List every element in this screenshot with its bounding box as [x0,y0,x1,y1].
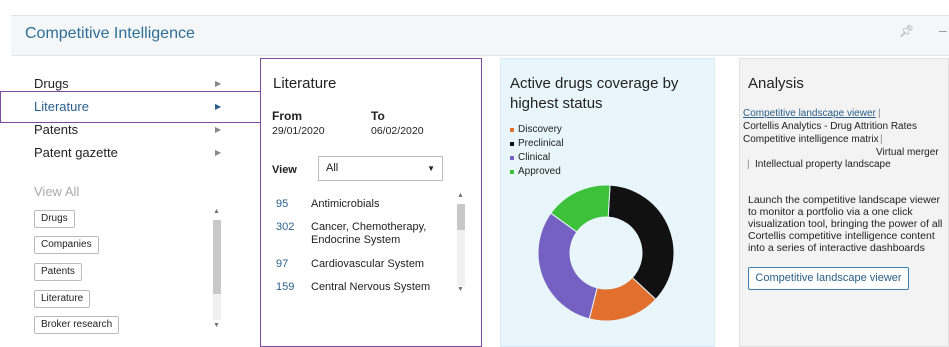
donut-slice-clinical[interactable] [538,212,598,320]
view-label: View [272,164,297,176]
scroll-down-icon[interactable]: ▼ [213,322,220,329]
literature-title: Literature [273,75,337,92]
legend-item-approved: Approved [510,165,564,179]
legend-item-preclinical: Preclinical [510,137,564,151]
status-donut-chart[interactable] [538,185,674,321]
scroll-down-icon[interactable]: ▼ [457,286,464,293]
scroll-thumb[interactable] [213,220,221,294]
row-count[interactable]: 97 [276,258,288,270]
legend-label: Approved [518,166,561,177]
row-count[interactable]: 95 [276,198,288,210]
separator: | [747,159,750,170]
scroll-up-icon[interactable]: ▲ [213,208,220,215]
legend-label: Preclinical [518,138,564,149]
separator: | [878,108,881,119]
view-select-value: All [326,162,339,174]
to-label: To [371,109,385,123]
ip-landscape-item[interactable]: Intellectual property landscape [755,159,891,170]
literature-card: Literature From To 29/01/2020 06/02/2020… [260,58,482,347]
row-label: Antimicrobials [311,198,380,210]
legend-swatch [510,170,514,174]
competitive-landscape-button[interactable]: Competitive landscape viewer [748,267,909,290]
view-all-title: View All [34,184,80,199]
row-label: Cardiovascular System [311,258,425,270]
to-date: 06/02/2020 [371,125,424,137]
drug-attrition-rates-item[interactable]: Cortellis Analytics - Drug Attrition Rat… [743,121,917,132]
from-label: From [272,109,302,123]
nav-item-patent-gazette[interactable]: Patent gazette ▶ [22,141,237,164]
view-all-tag-drugs[interactable]: Drugs [34,210,75,228]
view-select[interactable]: All ▼ [318,156,443,181]
scroll-thumb[interactable] [457,204,465,230]
view-all-tag-patents[interactable]: Patents [34,263,82,281]
view-all-scrollbar[interactable]: ▲ ▼ [211,208,223,334]
legend-item-clinical: Clinical [510,151,564,165]
legend-swatch [510,128,514,132]
nav-item-label: Patents [34,122,79,137]
panel-title: Competitive Intelligence [25,25,195,42]
view-all-tag-broker-research[interactable]: Broker research [34,316,120,334]
view-all-tag-literature[interactable]: Literature [34,290,91,308]
minimize-icon[interactable]: – [939,22,947,38]
donut-slice-preclinical[interactable] [607,185,674,301]
literature-scrollbar[interactable]: ▲ ▼ [455,192,467,298]
top-band [0,0,949,14]
active-selection-outline [0,91,262,123]
drug-coverage-card: Active drugs coverage by highest status … [500,58,715,347]
legend-label: Discovery [518,124,562,135]
legend-item-discovery: Discovery [510,123,564,137]
nav-item-label: Drugs [34,76,69,91]
analysis-card: Analysis Competitive landscape viewer | … [739,58,949,347]
row-count[interactable]: 159 [276,281,294,293]
scroll-up-icon[interactable]: ▲ [457,192,464,199]
legend-swatch [510,156,514,160]
nav-item-label: Patent gazette [34,145,118,160]
row-count[interactable]: 302 [276,221,294,233]
separator: | [880,134,883,145]
analysis-description: Launch the competitive landscape viewer … [748,194,943,254]
coverage-title: Active drugs coverage by highest status [510,75,679,112]
from-date: 29/01/2020 [272,125,325,137]
analysis-title: Analysis [748,75,804,92]
row-label: Cancer, Chemotherapy, Endocrine System [311,221,427,246]
row-label: Central Nervous System [311,281,431,293]
view-all-tag-companies[interactable]: Companies [34,236,99,254]
chevron-down-icon: ▼ [427,164,435,173]
legend-label: Clinical [518,152,551,163]
ci-matrix-item[interactable]: Competitive intelligence matrix [743,134,879,145]
chevron-right-icon: ▶ [215,148,222,157]
panel-header: Competitive Intelligence 📌︎ – [11,16,949,56]
pin-icon[interactable]: 📌︎ [899,24,914,38]
competitive-landscape-link[interactable]: Competitive landscape viewer [743,108,876,119]
coverage-legend: Discovery Preclinical Clinical Approved [510,123,564,179]
legend-swatch [510,142,514,146]
virtual-merger-item[interactable]: Virtual merger [876,147,939,158]
